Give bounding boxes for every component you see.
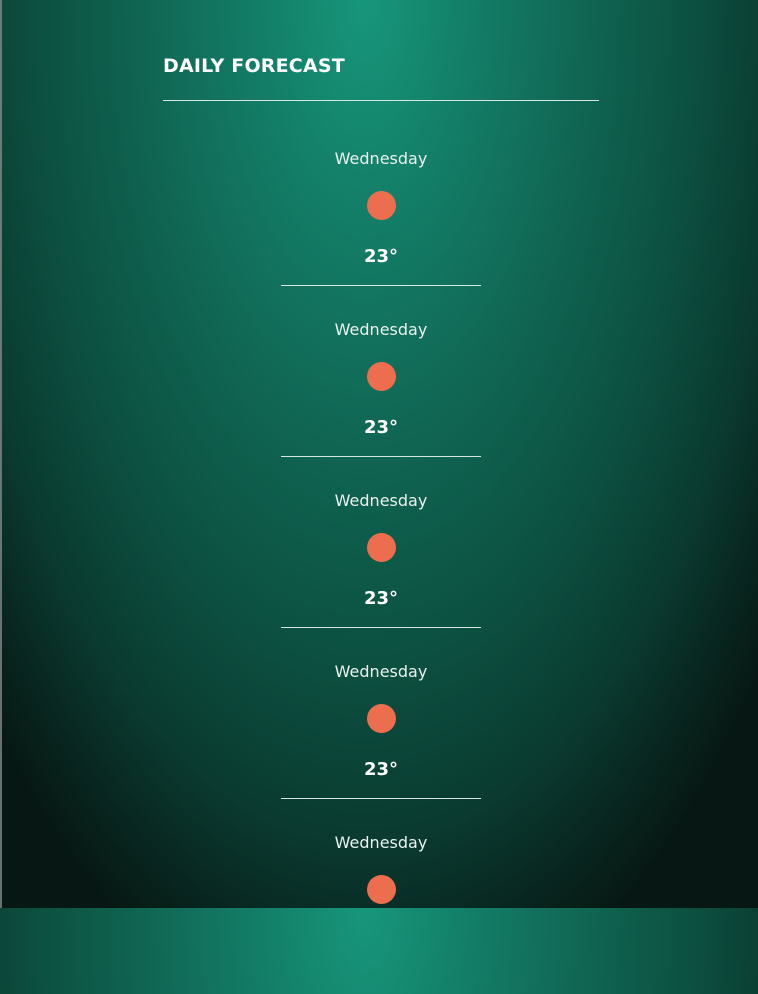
day-label: Wednesday: [334, 833, 428, 852]
sun-icon: [367, 704, 396, 733]
window-edge: [0, 0, 2, 908]
temperature: 23°: [363, 246, 399, 267]
sun-icon: [367, 191, 396, 220]
forecast-list: Wednesday 23° Wednesday 23° Wednesday 23…: [281, 139, 481, 994]
temperature: 23°: [363, 588, 399, 609]
forecast-header: DAILY FORECAST: [163, 54, 599, 78]
sun-icon: [367, 362, 396, 391]
forecast-day-item: Wednesday 23°: [281, 139, 481, 310]
page-title: DAILY FORECAST: [163, 55, 345, 77]
forecast-day-item: Wednesday: [281, 823, 481, 994]
forecast-day-item: Wednesday 23°: [281, 310, 481, 481]
sun-icon: [367, 875, 396, 904]
forecast-day-item: Wednesday 23°: [281, 652, 481, 823]
day-label: Wednesday: [334, 149, 428, 168]
temperature: 23°: [363, 759, 399, 780]
item-divider: [281, 798, 481, 799]
item-divider: [281, 627, 481, 628]
item-divider: [281, 456, 481, 457]
sun-icon: [367, 533, 396, 562]
temperature: 23°: [363, 417, 399, 438]
day-label: Wednesday: [334, 320, 428, 339]
item-divider: [281, 285, 481, 286]
forecast-day-item: Wednesday 23°: [281, 481, 481, 652]
day-label: Wednesday: [334, 662, 428, 681]
header-divider: [163, 100, 599, 101]
day-label: Wednesday: [334, 491, 428, 510]
